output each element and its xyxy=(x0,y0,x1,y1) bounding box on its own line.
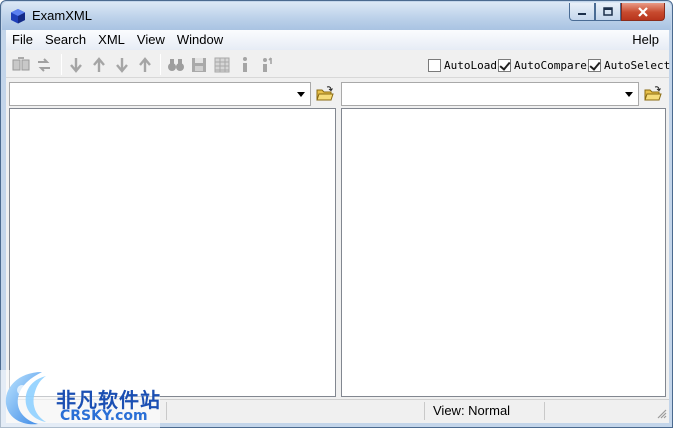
right-file-combo[interactable] xyxy=(341,82,639,106)
left-xml-pane[interactable] xyxy=(9,108,336,397)
swap-button[interactable] xyxy=(34,55,54,75)
menu-xml[interactable]: XML xyxy=(92,30,131,50)
autoload-checkbox[interactable] xyxy=(428,59,441,72)
right-xml-pane[interactable] xyxy=(341,108,666,397)
watermark-en-text: CRSKY.com xyxy=(60,408,148,424)
right-open-folder-button[interactable] xyxy=(642,83,664,105)
window-title: ExamXML xyxy=(32,8,92,23)
compare-button[interactable] xyxy=(11,55,31,75)
left-open-folder-button[interactable] xyxy=(314,83,336,105)
window-controls xyxy=(569,3,665,21)
autocompare-option[interactable]: AutoCompare xyxy=(498,59,587,72)
toolbar-separator xyxy=(160,54,161,75)
app-cube-icon xyxy=(11,9,25,24)
left-file-combo[interactable] xyxy=(9,82,311,106)
grid-icon xyxy=(214,57,230,73)
autoload-option[interactable]: AutoLoad xyxy=(428,59,497,72)
open-folder-icon xyxy=(316,86,334,101)
autoload-label: AutoLoad xyxy=(444,59,497,72)
autoselect-option[interactable]: AutoSelect xyxy=(588,59,670,72)
info-button[interactable] xyxy=(235,55,255,75)
next-button[interactable] xyxy=(112,55,132,75)
minimize-button[interactable] xyxy=(569,3,595,21)
autocompare-checkbox[interactable] xyxy=(498,59,511,72)
sort-icon xyxy=(263,57,272,72)
save-button[interactable] xyxy=(189,55,209,75)
menu-window[interactable]: Window xyxy=(171,30,229,50)
compare-icon xyxy=(12,57,30,71)
menu-search[interactable]: Search xyxy=(39,30,92,50)
maximize-icon xyxy=(603,7,613,16)
info-icon xyxy=(243,57,247,72)
menu-bar: File Search XML View Window Help xyxy=(6,30,669,50)
save-icon xyxy=(192,58,206,72)
down-arrow-icon xyxy=(116,58,128,73)
close-icon xyxy=(638,6,648,17)
status-view-mode: View: Normal xyxy=(424,402,544,420)
chevron-down-icon[interactable] xyxy=(625,92,633,97)
toolbar-separator xyxy=(61,54,62,75)
client-area: File Search XML View Window Help AutoLoa… xyxy=(6,30,670,423)
prev-button[interactable] xyxy=(135,55,155,75)
autoselect-checkbox[interactable] xyxy=(588,59,601,72)
menu-help[interactable]: Help xyxy=(626,30,669,50)
grid-button[interactable] xyxy=(212,55,232,75)
menu-view[interactable]: View xyxy=(131,30,171,50)
status-cell-extra xyxy=(544,402,654,420)
next-diff-button[interactable] xyxy=(66,55,86,75)
swap-icon xyxy=(38,58,50,72)
open-folder-icon xyxy=(644,86,662,101)
status-cell-message xyxy=(166,402,424,420)
toolbar: AutoLoad AutoCompare AutoSelect xyxy=(6,51,670,78)
title-bar[interactable]: ExamXML xyxy=(2,2,671,30)
up-arrow-icon xyxy=(139,57,151,72)
down-arrow-icon xyxy=(70,58,82,73)
find-button[interactable] xyxy=(166,55,186,75)
chevron-down-icon[interactable] xyxy=(297,92,305,97)
menu-file[interactable]: File xyxy=(6,30,39,50)
binoculars-icon xyxy=(168,59,184,71)
prev-diff-button[interactable] xyxy=(89,55,109,75)
minimize-icon xyxy=(578,12,586,15)
close-button[interactable] xyxy=(621,3,665,21)
app-window: ExamXML File Search XML View Window Help xyxy=(0,0,673,428)
sort-button[interactable] xyxy=(258,55,278,75)
autocompare-label: AutoCompare xyxy=(514,59,587,72)
autoselect-label: AutoSelect xyxy=(604,59,671,72)
resize-grip-icon[interactable] xyxy=(655,407,667,419)
up-arrow-icon xyxy=(93,57,105,72)
maximize-button[interactable] xyxy=(595,3,621,21)
